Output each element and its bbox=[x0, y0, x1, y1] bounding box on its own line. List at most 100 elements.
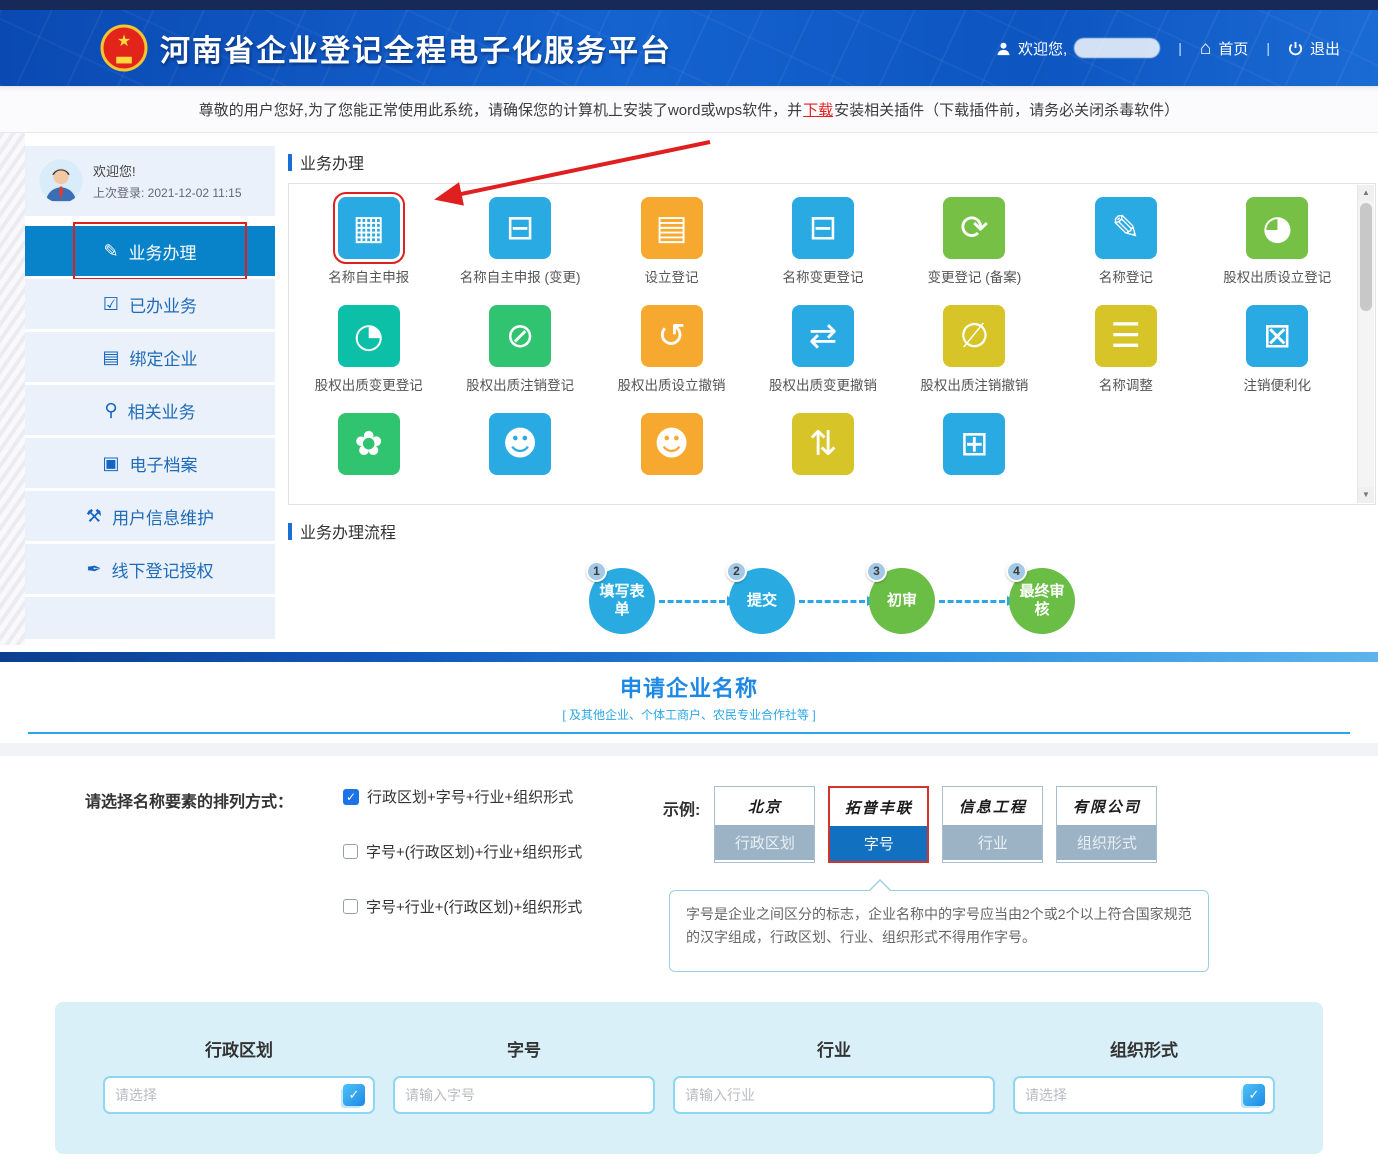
download-link[interactable]: 下载 bbox=[803, 99, 833, 120]
select-picker-icon[interactable] bbox=[1243, 1084, 1265, 1106]
example-box-org-form: 有限公司 组织形式 bbox=[1056, 786, 1157, 863]
option-brand-industry-region-form[interactable]: 字号+行业+(行政区划)+组织形式 bbox=[343, 896, 635, 917]
flow-step-final-review: 4 最终审核 bbox=[1009, 568, 1075, 634]
example-boxes: 北京 行政区划 拓普丰联 字号 信息工程 行业 有限公司 组织形式 bbox=[714, 786, 1157, 863]
flow-arrow bbox=[799, 600, 865, 603]
pie-chart-minus-icon[interactable]: ◔ bbox=[338, 305, 400, 367]
tile-label: 股权出质变更登记 bbox=[315, 376, 423, 396]
scroll-up-button[interactable] bbox=[1358, 185, 1374, 201]
sidebar-item-label: 线下登记授权 bbox=[112, 557, 214, 582]
step-number-badge: 1 bbox=[586, 561, 607, 582]
checkbox-checked-icon[interactable] bbox=[343, 789, 359, 805]
clipboard-sliders-icon[interactable]: ☰ bbox=[1095, 305, 1157, 367]
ban-undo-icon[interactable]: ∅ bbox=[943, 305, 1005, 367]
service-tile-equity-pledge-establish-revoke[interactable]: ↺ 股权出质设立撤销 bbox=[596, 305, 747, 396]
merge-arrows-icon[interactable]: ⇅ bbox=[792, 413, 854, 475]
clipboard-minus-icon[interactable]: ⊟ bbox=[792, 197, 854, 259]
sidebar-item-offline-registration-auth[interactable]: ✒ 线下登记授权 bbox=[25, 544, 275, 594]
option-brand-region-industry-form[interactable]: 字号+(行政区划)+行业+组织形式 bbox=[343, 841, 635, 862]
field-label: 行业 bbox=[673, 1036, 995, 1061]
checkbox-unchecked-icon[interactable] bbox=[343, 844, 358, 859]
example-box-brand-highlighted: 拓普丰联 字号 bbox=[828, 786, 929, 863]
service-tile-name-adjust[interactable]: ☰ 名称调整 bbox=[1050, 305, 1201, 396]
service-tile-clipped[interactable]: ⊞ bbox=[899, 413, 1050, 475]
example-name: 信息工程 bbox=[943, 787, 1042, 825]
home-label: 首页 bbox=[1218, 38, 1248, 59]
document-plus-icon[interactable]: ⊞ bbox=[943, 413, 1005, 475]
document-check-icon: ☑ bbox=[103, 294, 119, 315]
service-tile-change-registration-filing[interactable]: ⟳ 变更登记 (备案) bbox=[899, 197, 1050, 288]
sidebar-item-business-handling[interactable]: ✎ 业务办理 bbox=[25, 226, 275, 276]
service-tile-name-change-registration[interactable]: ⊟ 名称变更登记 bbox=[747, 197, 898, 288]
example-name: 北京 bbox=[715, 787, 814, 825]
box-arrows-icon[interactable]: ⊠ bbox=[1246, 305, 1308, 367]
tile-label: 股权出质变更撤销 bbox=[769, 376, 877, 396]
home-button[interactable]: 首页 bbox=[1200, 38, 1249, 59]
welcome-label: 欢迎您, bbox=[1018, 38, 1067, 59]
industry-inputwrap[interactable] bbox=[673, 1076, 995, 1114]
service-tile-equity-pledge-establish[interactable]: ◕ 股权出质设立登记 bbox=[1202, 197, 1353, 288]
logout-button[interactable]: 退出 bbox=[1288, 38, 1340, 59]
example-category: 行政区划 bbox=[715, 825, 814, 860]
main-content: 业务办理 ▦ 名称自主申报 ⊟ 名称自主申报 (变更) bbox=[288, 146, 1376, 645]
clipboard-refresh-icon[interactable]: ⟳ bbox=[943, 197, 1005, 259]
service-tile-establish-registration[interactable]: ▤ 设立登记 bbox=[596, 197, 747, 288]
sidebar-item-label: 用户信息维护 bbox=[112, 504, 214, 529]
field-label: 行政区划 bbox=[103, 1036, 375, 1061]
home-icon bbox=[1200, 39, 1211, 58]
sidebar-item-bind-enterprise[interactable]: ▤ 绑定企业 bbox=[25, 332, 275, 382]
service-tile-name-registration[interactable]: ✎ 名称登记 bbox=[1050, 197, 1201, 288]
sidebar-item-related-business[interactable]: ⚲ 相关业务 bbox=[25, 385, 275, 435]
service-tile-equity-pledge-cancel[interactable]: ⊘ 股权出质注销登记 bbox=[444, 305, 595, 396]
option-region-brand-industry-form[interactable]: 行政区划+字号+行业+组织形式 bbox=[343, 786, 635, 807]
person-refresh-icon[interactable]: ☻ bbox=[641, 413, 703, 475]
person-minus-icon[interactable]: ☻ bbox=[489, 413, 551, 475]
arrows-swap-icon[interactable]: ⇄ bbox=[792, 305, 854, 367]
industry-input[interactable] bbox=[685, 1087, 985, 1103]
services-title-text: 业务办理 bbox=[300, 150, 364, 174]
service-tile-clipped[interactable]: ☻ bbox=[596, 413, 747, 475]
region-input[interactable] bbox=[115, 1087, 343, 1103]
header-divider: | bbox=[1258, 40, 1278, 56]
service-tile-equity-pledge-cancel-revoke[interactable]: ∅ 股权出质注销撤销 bbox=[899, 305, 1050, 396]
sidebar-item-user-info-maintenance[interactable]: ⚒ 用户信息维护 bbox=[25, 491, 275, 541]
step-number-badge: 4 bbox=[1006, 561, 1027, 582]
flower-icon[interactable]: ✿ bbox=[338, 413, 400, 475]
list-undo-icon[interactable]: ↺ bbox=[641, 305, 703, 367]
scrollbar[interactable] bbox=[1357, 185, 1374, 503]
pie-chart-icon[interactable]: ◕ bbox=[1246, 197, 1308, 259]
tile-label: 名称自主申报 bbox=[328, 268, 409, 288]
sidebar-item-completed-business[interactable]: ☑ 已办业务 bbox=[25, 279, 275, 329]
org-form-input[interactable] bbox=[1025, 1087, 1243, 1103]
tile-label: 股权出质注销撤销 bbox=[920, 376, 1028, 396]
service-tile-equity-pledge-change[interactable]: ◔ 股权出质变更登记 bbox=[293, 305, 444, 396]
pie-chart-ban-icon[interactable]: ⊘ bbox=[489, 305, 551, 367]
org-form-select[interactable] bbox=[1013, 1076, 1275, 1114]
process-title-text: 业务办理流程 bbox=[300, 519, 396, 543]
service-tile-cancellation-facilitation[interactable]: ⊠ 注销便利化 bbox=[1202, 305, 1353, 396]
service-tile-clipped[interactable]: ☻ bbox=[444, 413, 595, 475]
step-label: 初审 bbox=[887, 592, 917, 610]
service-tile-name-self-declare-change[interactable]: ⊟ 名称自主申报 (变更) bbox=[444, 197, 595, 288]
service-tile-clipped[interactable]: ⇅ bbox=[747, 413, 898, 475]
clipboard-pencil-icon[interactable]: ✎ bbox=[1095, 197, 1157, 259]
checkbox-unchecked-icon[interactable] bbox=[343, 899, 358, 914]
scroll-down-button[interactable] bbox=[1358, 487, 1374, 503]
clipboard-lines-icon[interactable]: ▤ bbox=[641, 197, 703, 259]
sidebar-item-electronic-archives[interactable]: ▣ 电子档案 bbox=[25, 438, 275, 488]
flow-arrow bbox=[939, 600, 1005, 603]
service-tile-clipped[interactable]: ✿ bbox=[293, 413, 444, 475]
notice-text-before: 尊敬的用户您好,为了您能正常使用此系统，请确保您的计算机上安装了word或wps… bbox=[199, 99, 802, 120]
workspace: 欢迎您! 上次登录: 2021-12-02 11:15 ✎ 业务办理 ☑ 已办业… bbox=[0, 133, 1378, 645]
select-picker-icon[interactable] bbox=[343, 1084, 365, 1106]
brand-name-inputwrap[interactable] bbox=[393, 1076, 655, 1114]
user-card: 欢迎您! 上次登录: 2021-12-02 11:15 bbox=[25, 146, 275, 216]
clipboard-minus-icon[interactable]: ⊟ bbox=[489, 197, 551, 259]
service-tile-equity-pledge-change-revoke[interactable]: ⇄ 股权出质变更撤销 bbox=[747, 305, 898, 396]
building-icon[interactable]: ▦ bbox=[338, 197, 400, 259]
scrollbar-thumb[interactable] bbox=[1360, 203, 1372, 311]
service-tile-name-self-declare[interactable]: ▦ 名称自主申报 bbox=[293, 197, 444, 288]
brand-name-input[interactable] bbox=[405, 1087, 645, 1103]
sidebar-item-label: 已办业务 bbox=[129, 292, 197, 317]
region-select[interactable] bbox=[103, 1076, 375, 1114]
